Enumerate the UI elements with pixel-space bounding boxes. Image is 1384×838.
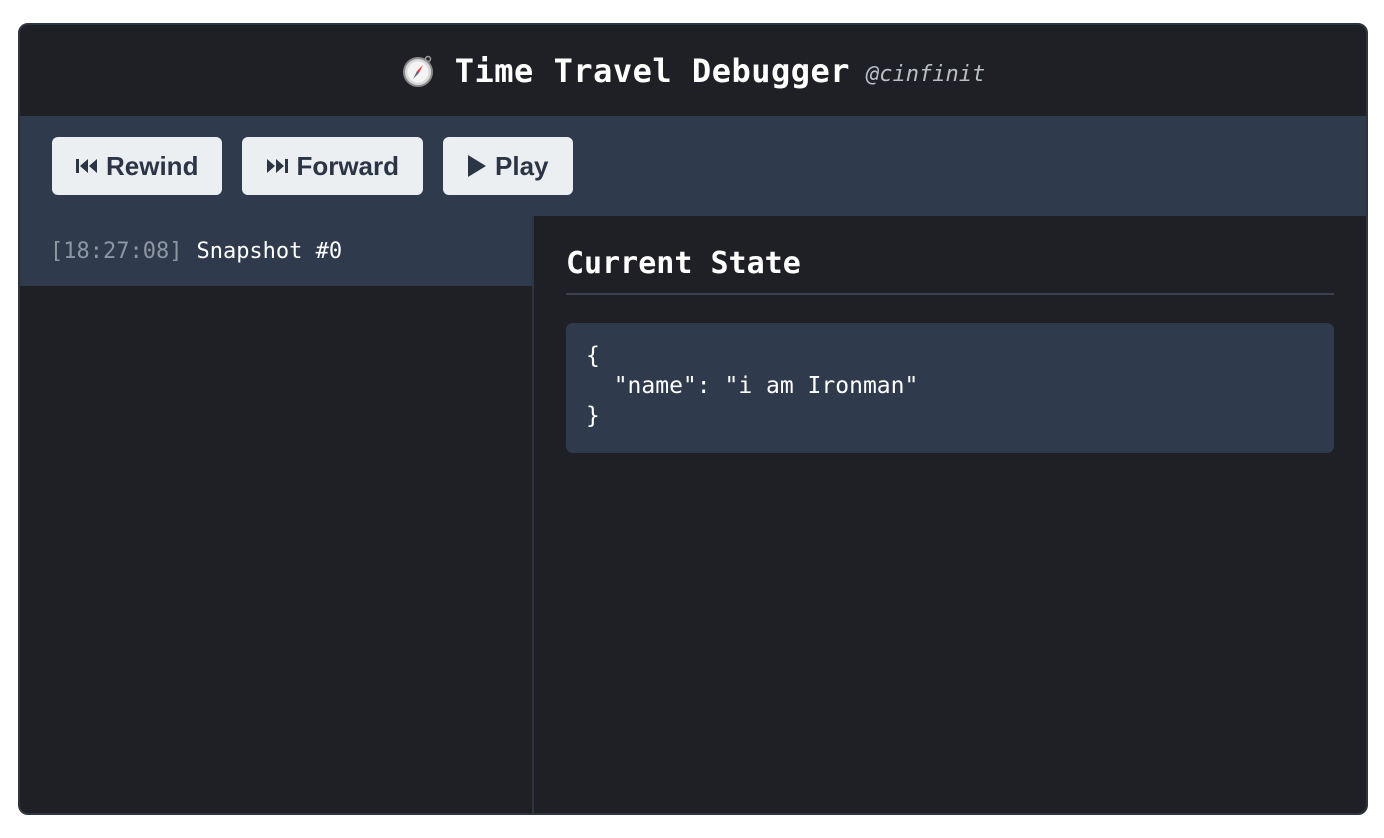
snapshot-label: Snapshot #0 [196,238,343,264]
list-item[interactable]: [18:27:08] Snapshot #0 [20,216,532,286]
main-content: [18:27:08] Snapshot #0 Current State { "… [20,216,1366,813]
forward-label: Forward [296,150,400,181]
debugger-window: Time Travel Debugger @cinfinit Rewind Fo… [18,23,1368,815]
play-button[interactable]: Play [443,137,573,195]
snapshot-list: [18:27:08] Snapshot #0 [20,216,534,813]
rewind-label: Rewind [106,150,199,181]
title-bar: Time Travel Debugger @cinfinit [20,25,1366,116]
fast-forward-icon [266,158,289,174]
app-title: Time Travel Debugger [454,51,851,90]
compass-icon [401,54,435,88]
play-icon [467,154,487,178]
state-panel: Current State { "name": "i am Ironman" } [534,216,1366,813]
rewind-button[interactable]: Rewind [52,137,223,195]
toolbar: Rewind Forward Play [20,116,1366,216]
forward-button[interactable]: Forward [242,137,424,195]
state-json-viewer: { "name": "i am Ironman" } [566,323,1334,453]
state-title: Current State [566,246,1334,295]
snapshot-timestamp: [18:27:08] [50,238,183,264]
play-label: Play [495,150,549,181]
rewind-icon [76,158,98,174]
author-handle: @cinfinit [866,62,986,87]
